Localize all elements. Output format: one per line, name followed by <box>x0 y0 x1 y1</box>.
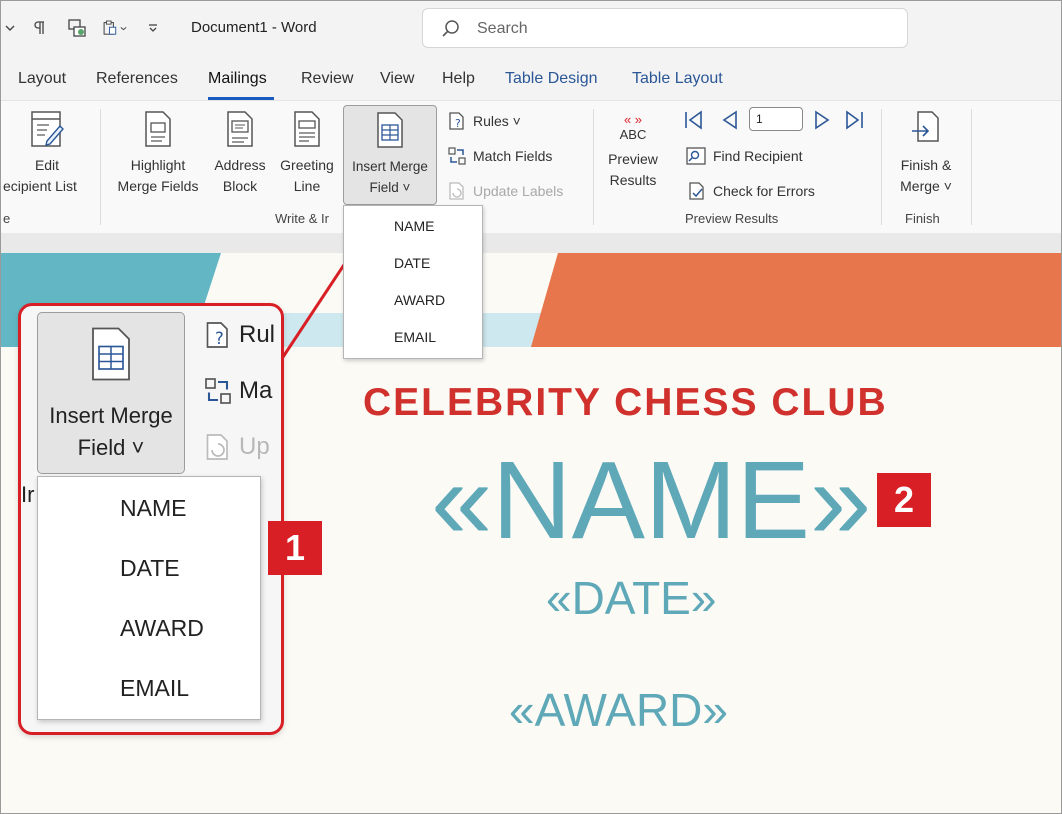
zoom-rules-label: Rul <box>239 321 276 348</box>
zoom-merge-field-menu: NAME DATE AWARD EMAIL <box>37 476 261 720</box>
zoom-insert-merge-field-button[interactable]: Insert Merge Field ˅ <box>37 312 185 474</box>
zoom-menu-item-name[interactable]: NAME <box>120 495 186 522</box>
menu-item-date[interactable]: DATE <box>394 255 430 271</box>
zoom-button-label-2: Field ˅ <box>77 435 145 460</box>
zoom-match-fields-button[interactable]: Ma <box>203 376 272 406</box>
zoom-menu-item-date[interactable]: DATE <box>120 555 180 582</box>
svg-text:?: ? <box>215 329 224 348</box>
insert-merge-field-menu: NAME DATE AWARD EMAIL <box>343 205 483 359</box>
zoom-update-labels-button: Up <box>203 432 270 462</box>
menu-item-email[interactable]: EMAIL <box>394 329 436 345</box>
menu-item-name[interactable]: NAME <box>394 218 434 234</box>
zoom-match-label: Ma <box>239 377 273 404</box>
zoom-menu-item-award[interactable]: AWARD <box>120 615 204 642</box>
app-window: Document1 - Word Search Layout Reference… <box>0 0 1062 814</box>
zoom-callout: Insert Merge Field ˅ ? Rul Ma Up Ir NAME… <box>18 303 284 735</box>
callout-badge-1: 1 <box>268 521 322 575</box>
insert-merge-field-icon <box>92 327 130 381</box>
match-fields-icon <box>205 378 231 404</box>
zoom-update-label: Up <box>239 433 270 460</box>
menu-item-award[interactable]: AWARD <box>394 292 445 308</box>
zoom-rules-button[interactable]: ? Rul <box>203 320 275 350</box>
zoom-menu-item-email[interactable]: EMAIL <box>120 675 189 702</box>
zoom-button-label-1: Insert Merge <box>49 403 173 428</box>
zoom-group-label: Ir <box>21 482 35 507</box>
callout-badge-2: 2 <box>877 473 931 527</box>
update-labels-icon <box>206 434 228 460</box>
rules-icon: ? <box>206 322 228 348</box>
